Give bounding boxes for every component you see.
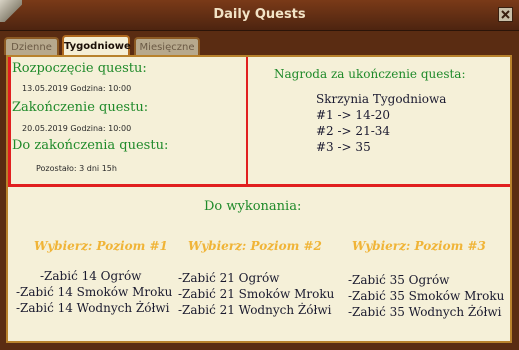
level-2-task: -Zabić 21 Wodnych Żółwi xyxy=(178,303,332,317)
quest-panel: Rozpoczęcie questu: 13.05.2019 Godzina: … xyxy=(6,55,512,343)
window-title: Daily Quests xyxy=(213,7,306,22)
start-value: 13.05.2019 Godzina: 10:00 xyxy=(22,84,132,93)
reward-line: #1 -> 14-20 xyxy=(316,108,391,122)
divider-left xyxy=(8,57,11,187)
level-3-task: -Zabić 35 Wodnych Żółwi xyxy=(348,305,502,319)
reward-line: #3 -> 35 xyxy=(316,140,371,154)
start-heading: Rozpoczęcie questu: xyxy=(12,61,147,76)
title-bar[interactable]: Daily Quests xyxy=(0,0,519,31)
level-3-task: -Zabić 35 Smoków Mroku xyxy=(348,289,505,303)
quest-window: Daily Quests Dzienne Tygodniowe Miesięcz… xyxy=(0,0,519,350)
level-1-task: -Zabić 14 Ogrów xyxy=(40,269,142,283)
level-1-task: -Zabić 14 Wodnych Żółwi xyxy=(16,301,170,315)
tab-monthly[interactable]: Miesięczne xyxy=(134,37,200,55)
level-3-task: -Zabić 35 Ogrów xyxy=(348,273,450,287)
level-1-task: -Zabić 14 Smoków Mroku xyxy=(16,285,173,299)
reward-line: #2 -> 21-34 xyxy=(316,124,391,138)
remaining-heading: Do zakończenia questu: xyxy=(12,138,169,153)
close-icon xyxy=(501,10,510,19)
divider-horizontal xyxy=(8,184,510,187)
level-2-task: -Zabić 21 Smoków Mroku xyxy=(178,287,335,301)
tab-daily[interactable]: Dzienne xyxy=(4,37,59,55)
reward-heading: Nagroda za ukończenie questa: xyxy=(274,67,466,81)
level-1-button[interactable]: Wybierz: Poziom #1 xyxy=(34,239,168,253)
level-2-task: -Zabić 21 Ogrów xyxy=(178,271,280,285)
reward-line: Skrzynia Tygodniowa xyxy=(316,92,447,106)
tab-weekly[interactable]: Tygodniowe xyxy=(62,35,131,57)
remaining-value: Pozostało: 3 dni 15h xyxy=(36,164,117,173)
end-value: 20.05.2019 Godzina: 10:00 xyxy=(22,124,132,133)
level-2-button[interactable]: Wybierz: Poziom #2 xyxy=(188,239,322,253)
end-heading: Zakończenie questu: xyxy=(12,100,149,115)
divider-vertical xyxy=(246,57,248,186)
todo-heading: Do wykonania: xyxy=(204,199,302,214)
level-3-button[interactable]: Wybierz: Poziom #3 xyxy=(352,239,486,253)
close-button[interactable] xyxy=(498,7,513,22)
